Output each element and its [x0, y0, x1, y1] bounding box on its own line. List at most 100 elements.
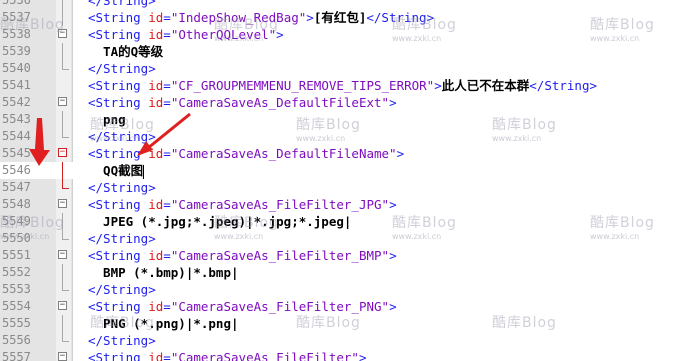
- code-token: id: [148, 10, 164, 25]
- code-text[interactable]: <String id="CameraSaveAs_DefaultFileExt"…: [88, 94, 397, 111]
- fold-collapse-icon[interactable]: −: [58, 250, 67, 259]
- fold-guide: [62, 162, 63, 179]
- code-text[interactable]: </String>: [88, 332, 156, 349]
- code-text[interactable]: <String id="CameraSaveAs_FileFilter_PNG"…: [88, 298, 397, 315]
- code-token: </String>: [88, 0, 156, 8]
- code-line[interactable]: 5541 <String id="CF_GROUPMEMMENU_REMOVE_T…: [0, 77, 682, 94]
- code-line[interactable]: 5553 </String>: [0, 281, 682, 298]
- code-text[interactable]: <String id="CF_GROUPMEMMENU_REMOVE_TIPS_…: [88, 77, 597, 94]
- fold-collapse-icon[interactable]: −: [58, 301, 67, 310]
- code-token: =: [163, 146, 171, 161]
- code-line[interactable]: 5546 QQ截图: [0, 162, 682, 179]
- fold-collapse-icon[interactable]: −: [58, 148, 67, 157]
- code-token: id: [148, 146, 164, 161]
- code-text[interactable]: <String id="OtherQQLevel">: [88, 26, 284, 43]
- fold-collapse-icon[interactable]: −: [58, 29, 67, 38]
- fold-collapse-icon[interactable]: −: [58, 97, 67, 106]
- code-line[interactable]: 5543 png: [0, 111, 682, 128]
- code-line[interactable]: 5557 − <String id="CameraSaveAs_FileFilter…: [0, 349, 682, 361]
- code-token: </String>: [366, 10, 435, 25]
- code-line[interactable]: 5544 </String>: [0, 128, 682, 145]
- code-text[interactable]: </String>: [88, 0, 156, 9]
- line-number: 5556: [2, 333, 31, 347]
- code-token: id: [148, 78, 164, 93]
- code-line[interactable]: 5540 </String>: [0, 60, 682, 77]
- code-token: <String: [88, 299, 149, 314]
- code-token: "CF_GROUPMEMMENU_REMOVE_TIPS_ERROR": [170, 78, 435, 93]
- code-token: 此人已不在本群: [441, 78, 530, 93]
- code-token: QQ截图: [88, 163, 144, 178]
- code-token: <String: [88, 248, 149, 263]
- code-token: id: [148, 95, 164, 110]
- code-token: "CameraSaveAs_FileFilter_JPG": [170, 197, 390, 212]
- fold-collapse-icon[interactable]: −: [58, 352, 67, 361]
- code-text[interactable]: </String>: [88, 230, 156, 247]
- code-token: =: [163, 248, 171, 263]
- fold-collapse-icon[interactable]: −: [58, 199, 67, 208]
- code-text[interactable]: <String id="CameraSaveAs_FileFilter_JPG"…: [88, 196, 397, 213]
- code-line[interactable]: 5547 </String>: [0, 179, 682, 196]
- code-token: >: [358, 350, 367, 361]
- code-token: >: [389, 248, 397, 263]
- code-text[interactable]: BMP (*.bmp)|*.bmp|: [88, 264, 238, 281]
- code-token: >: [396, 146, 405, 161]
- code-line[interactable]: 5554 − <String id="CameraSaveAs_FileFilter…: [0, 298, 682, 315]
- code-token: <String: [88, 10, 149, 25]
- fold-guide: [62, 0, 63, 9]
- code-text[interactable]: JPEG (*.jpg;*.jpeg)|*.jpg;*.jpeg|: [88, 213, 351, 230]
- fold-guide: [62, 264, 63, 281]
- code-token: </String>: [88, 180, 156, 195]
- code-token: [有红包]: [313, 10, 367, 25]
- fold-end-guide: [62, 332, 69, 342]
- line-number: 5549: [2, 214, 31, 228]
- code-line[interactable]: 5549 JPEG (*.jpg;*.jpeg)|*.jpg;*.jpeg|: [0, 213, 682, 230]
- code-line[interactable]: 5551 − <String id="CameraSaveAs_FileFilter…: [0, 247, 682, 264]
- code-line[interactable]: 5536 </String>: [0, 0, 682, 9]
- code-line[interactable]: 5550 </String>: [0, 230, 682, 247]
- code-editor[interactable]: 5536 </String> 5537 <String id="IndepShow_R…: [0, 0, 682, 361]
- code-text[interactable]: </String>: [88, 128, 156, 145]
- code-token: JPEG (*.jpg;*.jpeg)|*.jpg;*.jpeg|: [88, 214, 352, 229]
- code-line[interactable]: 5552 BMP (*.bmp)|*.bmp|: [0, 264, 682, 281]
- line-number: 5537: [2, 10, 31, 24]
- code-line[interactable]: 5537 <String id="IndepShow_RedBag">[有红包]<…: [0, 9, 682, 26]
- fold-end-guide: [62, 230, 69, 240]
- code-token: "CameraSaveAs_DefaultFileName": [170, 146, 397, 161]
- code-token: >: [434, 78, 442, 93]
- code-line[interactable]: 5539 TA的Q等级: [0, 43, 682, 60]
- code-token: =: [163, 299, 171, 314]
- code-line[interactable]: 5542 − <String id="CameraSaveAs_DefaultFil…: [0, 94, 682, 111]
- code-line[interactable]: 5548 − <String id="CameraSaveAs_FileFilter…: [0, 196, 682, 213]
- line-number: 5553: [2, 282, 31, 296]
- line-number: 5536: [2, 0, 31, 7]
- code-token: </String>: [88, 231, 156, 246]
- code-text[interactable]: <String id="CameraSaveAs_DefaultFileName…: [88, 145, 404, 162]
- code-text[interactable]: <String id="CameraSaveAs_FileFilter">: [88, 349, 367, 361]
- code-line[interactable]: 5555 PNG (*.png)|*.png|: [0, 315, 682, 332]
- fold-end-guide: [62, 128, 69, 138]
- code-token: =: [163, 197, 171, 212]
- code-text[interactable]: </String>: [88, 281, 156, 298]
- fold-guide: [62, 43, 63, 60]
- code-token: id: [148, 248, 164, 263]
- line-number: 5548: [2, 197, 31, 211]
- code-text[interactable]: <String id="IndepShow_RedBag">[有红包]</Str…: [88, 9, 434, 26]
- code-text[interactable]: png: [88, 111, 126, 128]
- code-text[interactable]: TA的Q等级: [88, 43, 163, 60]
- code-line[interactable]: 5538 − <String id="OtherQQLevel">: [0, 26, 682, 43]
- line-number: 5544: [2, 129, 31, 143]
- fold-guide: [62, 213, 63, 230]
- line-number: 5538: [2, 27, 31, 41]
- line-number: 5550: [2, 231, 31, 245]
- code-line[interactable]: 5556 </String>: [0, 332, 682, 349]
- code-text[interactable]: </String>: [88, 179, 156, 196]
- code-text[interactable]: <String id="CameraSaveAs_FileFilter_BMP"…: [88, 247, 397, 264]
- code-line[interactable]: 5545 − <String id="CameraSaveAs_DefaultFil…: [0, 145, 682, 162]
- text-caret: [143, 164, 145, 179]
- line-number: 5554: [2, 299, 31, 313]
- code-token: TA的Q等级: [88, 44, 164, 59]
- code-text[interactable]: PNG (*.png)|*.png|: [88, 315, 238, 332]
- code-text[interactable]: </String>: [88, 60, 156, 77]
- line-number: 5540: [2, 61, 31, 75]
- code-text[interactable]: QQ截图: [88, 162, 145, 179]
